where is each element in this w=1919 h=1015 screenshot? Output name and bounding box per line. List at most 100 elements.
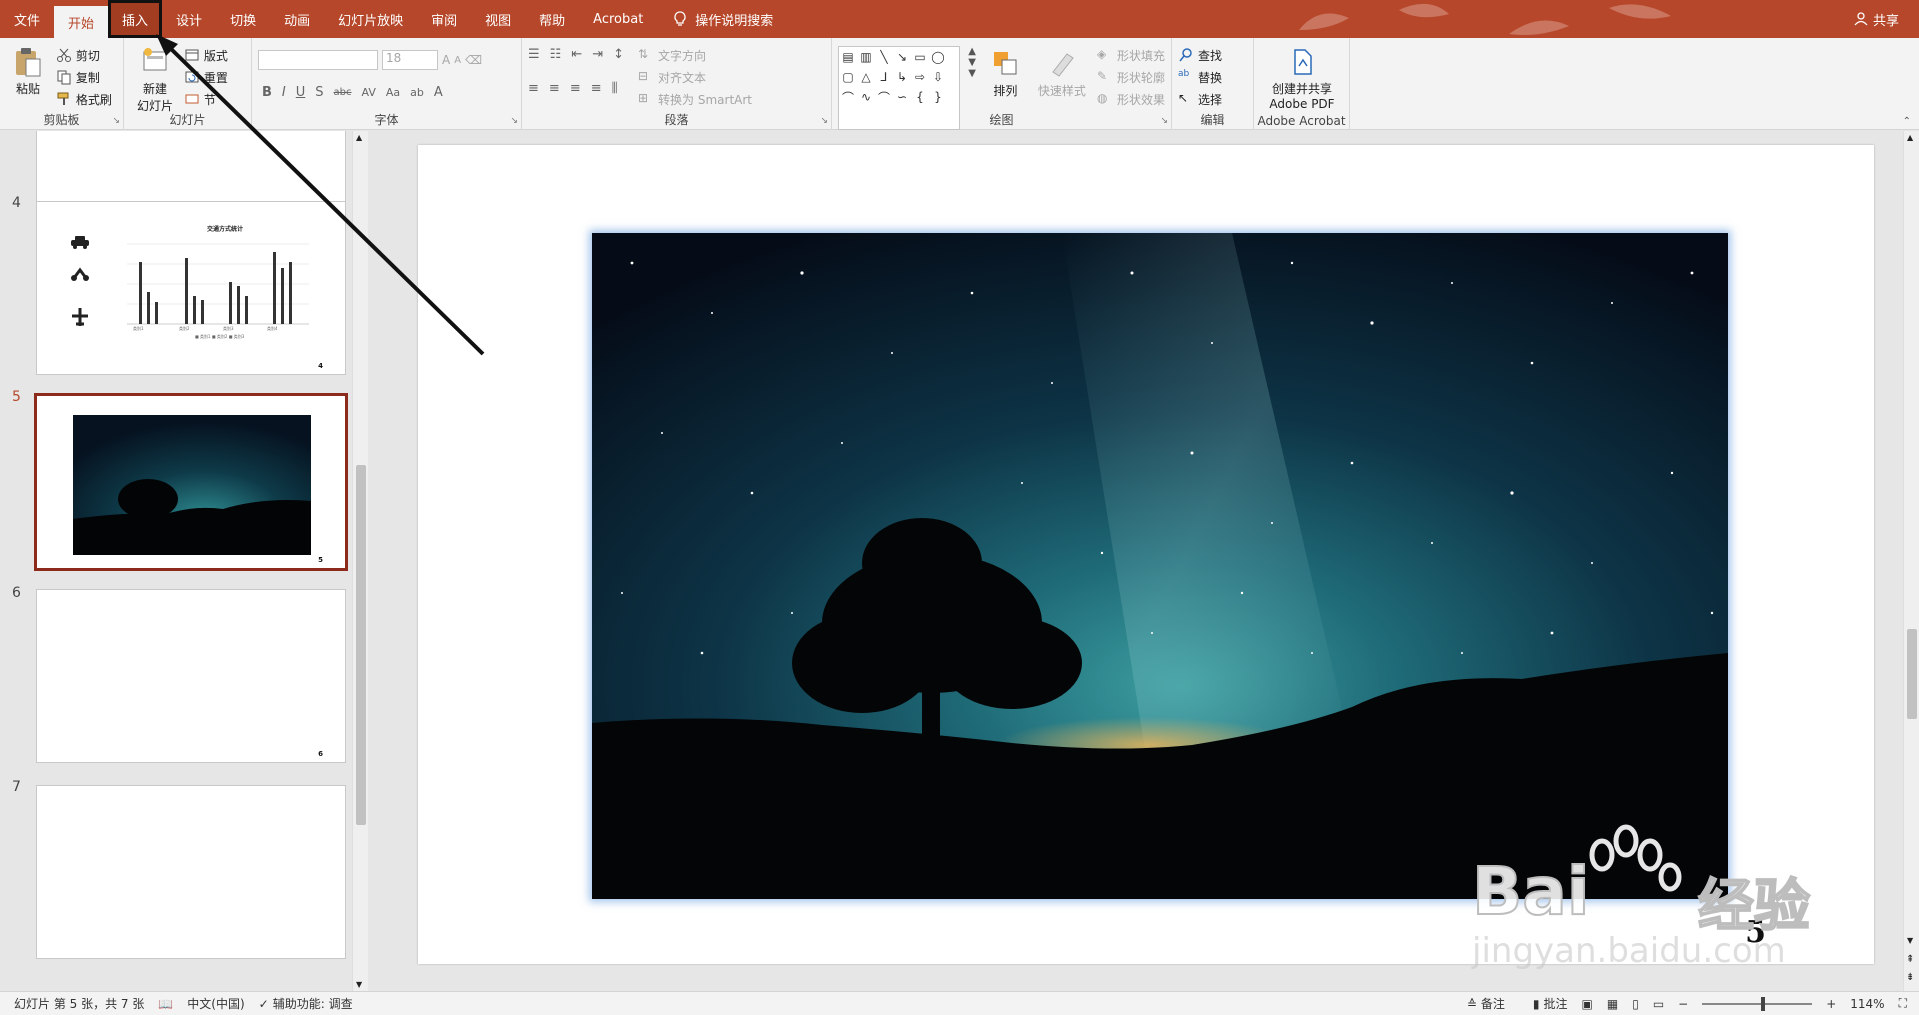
slideshow-view-icon[interactable]: ▭ <box>1653 997 1664 1011</box>
shape-scribble-icon[interactable]: ∿ <box>857 87 875 107</box>
collapse-ribbon-icon[interactable]: ⌃ <box>1903 116 1911 127</box>
justify-icon[interactable]: ≡ <box>591 81 602 96</box>
tab-help[interactable]: 帮助 <box>525 0 579 38</box>
shrink-font-button[interactable]: A <box>454 55 461 66</box>
text-direction-button[interactable]: ⇅ 文字方向 <box>638 44 752 66</box>
tab-view[interactable]: 视图 <box>471 0 525 38</box>
align-left-icon[interactable]: ≡ <box>528 81 539 96</box>
shape-outline-button[interactable]: ✎ 形状轮廓 <box>1097 66 1165 88</box>
tab-acrobat[interactable]: Acrobat <box>579 0 657 38</box>
tell-me-search[interactable]: 操作说明搜索 <box>673 10 773 29</box>
zoom-level[interactable]: 114% <box>1850 997 1884 1011</box>
replace-button[interactable]: ab 替换 <box>1178 66 1222 88</box>
find-button[interactable]: 查找 <box>1178 44 1222 66</box>
shape-down-arrow-icon[interactable]: ⇩ <box>929 67 947 87</box>
normal-view-icon[interactable]: ▣ <box>1582 997 1593 1011</box>
shape-textbox-vertical-icon[interactable]: ▥ <box>857 47 875 67</box>
tab-file[interactable]: 文件 <box>0 0 54 38</box>
more-shapes-icon[interactable]: ▼ <box>968 68 976 79</box>
format-painter-button[interactable]: 格式刷 <box>56 88 112 110</box>
copy-button[interactable]: 复制 <box>56 66 112 88</box>
shape-effects-button[interactable]: ◍ 形状效果 <box>1097 88 1165 110</box>
share-button[interactable]: 共享 <box>1854 10 1899 29</box>
drawing-dialog-launcher-icon[interactable]: ↘ <box>1160 116 1168 126</box>
slide-sorter-icon[interactable]: ▦ <box>1607 997 1618 1011</box>
tab-transitions[interactable]: 切换 <box>216 0 270 38</box>
underline-button[interactable]: U <box>296 85 306 100</box>
shape-arrow-line-icon[interactable]: ↘ <box>893 47 911 67</box>
slide-thumbnail-6[interactable]: 6 <box>36 589 346 763</box>
reset-button[interactable]: 重置 <box>184 66 228 88</box>
line-spacing-icon[interactable]: ↕ <box>613 47 624 62</box>
align-right-icon[interactable]: ≡ <box>570 81 581 96</box>
shape-curve-icon[interactable]: ⌒ <box>875 87 893 107</box>
shape-rounded-rect-icon[interactable]: ▢ <box>839 67 857 87</box>
zoom-slider[interactable] <box>1702 996 1813 1011</box>
shape-triangle-icon[interactable]: △ <box>857 67 875 87</box>
accessibility-status[interactable]: ✓ 辅助功能: 调查 <box>259 995 353 1012</box>
align-text-button[interactable]: ⊟ 对齐文本 <box>638 66 752 88</box>
zoom-out-icon[interactable]: − <box>1678 997 1688 1011</box>
slide-thumbnail-panel[interactable]: 3 4 交通方式统计 类别1 类别2 类别3 类别4 ■ 类别1 ■ 类别2 ■… <box>0 131 368 991</box>
editor-scroll-thumb[interactable] <box>1907 629 1917 719</box>
shape-line-icon[interactable]: ╲ <box>875 47 893 67</box>
shape-brace-left-icon[interactable]: { <box>911 87 929 107</box>
zoom-in-icon[interactable]: + <box>1826 997 1836 1011</box>
bold-button[interactable]: B <box>262 85 272 100</box>
italic-button[interactable]: I <box>282 85 286 100</box>
highlight-button[interactable]: ab <box>410 86 424 99</box>
shape-rectangle-icon[interactable]: ▭ <box>911 47 929 67</box>
shape-oval-icon[interactable]: ◯ <box>929 47 947 67</box>
scroll-up-icon[interactable]: ▲ <box>1907 133 1913 142</box>
reading-view-icon[interactable]: ▯ <box>1632 997 1639 1011</box>
chevron-up-icon[interactable]: ▲ <box>968 46 976 57</box>
change-case-button[interactable]: Aa <box>386 86 400 99</box>
tab-design[interactable]: 设计 <box>162 0 216 38</box>
grow-font-button[interactable]: A <box>442 53 450 67</box>
tab-animations[interactable]: 动画 <box>270 0 324 38</box>
char-spacing-button[interactable]: AV <box>362 86 376 99</box>
font-color-button[interactable]: A <box>434 85 443 100</box>
previous-slide-icon[interactable]: ⇞ <box>1906 954 1914 965</box>
columns-icon[interactable]: ⫼ <box>612 81 618 96</box>
shape-textbox-icon[interactable]: ▤ <box>839 47 857 67</box>
dialog-launcher-icon[interactable]: ↘ <box>112 116 120 126</box>
section-button[interactable]: 节 <box>184 88 228 110</box>
shape-brace-right-icon[interactable]: } <box>929 87 947 107</box>
select-button[interactable]: ↖ 选择 <box>1178 88 1222 110</box>
tab-home[interactable]: 开始 <box>54 6 109 38</box>
font-size-combobox[interactable]: 18 <box>382 50 438 70</box>
paste-button[interactable]: 粘贴 <box>6 42 50 97</box>
numbering-icon[interactable]: ☷ <box>550 47 562 62</box>
next-slide-icon[interactable]: ⇟ <box>1906 972 1914 983</box>
scroll-down-icon[interactable]: ▼ <box>356 980 362 989</box>
fit-to-window-icon[interactable]: ⛶ <box>1899 996 1907 1011</box>
clear-format-icon[interactable]: ⌫ <box>465 53 482 67</box>
editor-scrollbar[interactable]: ▲ ▼ ⇞ ⇟ <box>1903 131 1919 991</box>
font-dialog-launcher-icon[interactable]: ↘ <box>510 116 518 126</box>
thumbnail-scroll-thumb[interactable] <box>356 465 366 825</box>
cut-button[interactable]: 剪切 <box>56 44 112 66</box>
font-name-combobox[interactable] <box>258 50 378 70</box>
tab-review[interactable]: 审阅 <box>417 0 471 38</box>
paragraph-dialog-launcher-icon[interactable]: ↘ <box>820 116 828 126</box>
create-pdf-button[interactable]: 创建并共享 Adobe PDF <box>1260 42 1344 111</box>
increase-indent-icon[interactable]: ⇥ <box>592 47 603 62</box>
shape-right-arrow-icon[interactable]: ⇨ <box>911 67 929 87</box>
zoom-slider-handle[interactable] <box>1760 996 1765 1011</box>
language-status[interactable]: 中文(中国) <box>187 995 244 1012</box>
tab-slideshow[interactable]: 幻灯片放映 <box>324 0 417 38</box>
scroll-down-icon[interactable]: ▼ <box>1907 936 1913 945</box>
comments-button[interactable]: ▮ 批注 <box>1533 995 1568 1012</box>
slide-thumbnail-4[interactable]: 交通方式统计 类别1 类别2 类别3 类别4 ■ 类别1 ■ 类别2 ■ 类别3… <box>36 201 346 375</box>
thumbnail-scrollbar[interactable]: ▲ ▼ <box>352 131 368 991</box>
chevron-down-icon[interactable]: ▼ <box>968 57 976 68</box>
text-shadow-button[interactable]: S <box>315 85 323 100</box>
decrease-indent-icon[interactable]: ⇤ <box>571 47 582 62</box>
strikethrough-button[interactable]: abc <box>334 87 352 98</box>
notes-button[interactable]: ≙ 备注 <box>1467 995 1505 1012</box>
slide-thumbnail-7[interactable] <box>36 785 346 959</box>
spelling-icon[interactable]: 📖 <box>158 997 173 1011</box>
layout-button[interactable]: 版式 <box>184 44 228 66</box>
smartart-button[interactable]: ⊞ 转换为 SmartArt <box>638 88 752 110</box>
